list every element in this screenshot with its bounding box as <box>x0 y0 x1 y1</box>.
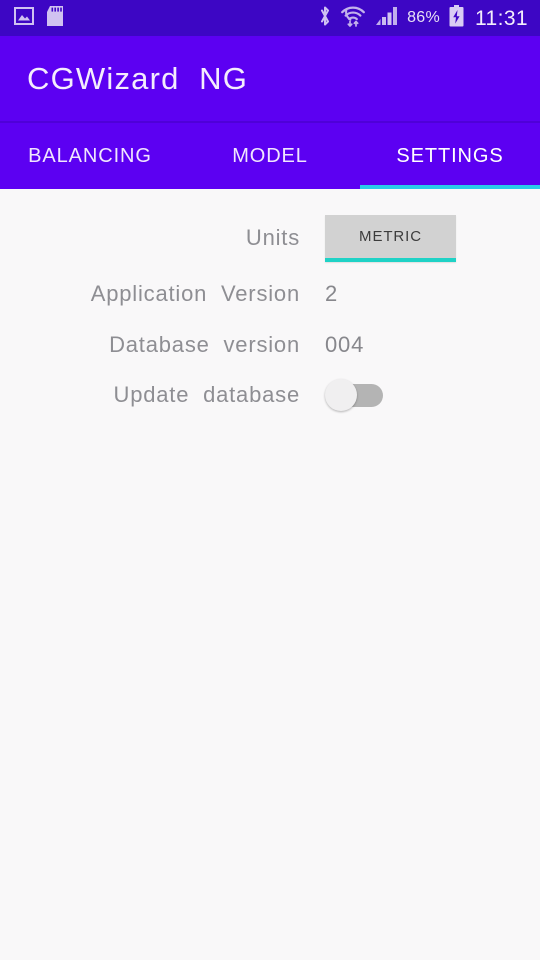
app-bar: CGWizard NG <box>0 36 540 123</box>
cellular-signal-icon <box>374 6 398 31</box>
wifi-icon <box>341 5 365 32</box>
bluetooth-icon <box>318 5 332 32</box>
update-database-toggle[interactable] <box>325 379 383 411</box>
tab-model[interactable]: MODEL <box>180 123 360 189</box>
status-bar-right-icons: 86% 11:31 <box>318 4 528 32</box>
tab-settings-label: SETTINGS <box>396 144 504 167</box>
sd-card-icon <box>46 5 63 31</box>
settings-row-units: Units METRIC <box>0 207 540 269</box>
settings-row-application-version: Application Version 2 <box>0 269 540 319</box>
battery-charging-icon <box>449 4 464 32</box>
database-version-label: Database version <box>109 332 300 357</box>
toggle-thumb <box>325 379 357 411</box>
status-bar-left-icons <box>14 5 63 31</box>
tab-balancing-label: BALANCING <box>28 144 152 167</box>
units-label: Units <box>245 225 300 250</box>
settings-row-database-version: Database version 004 <box>0 320 540 370</box>
image-icon <box>14 6 34 30</box>
application-version-value: 2 <box>325 281 339 306</box>
units-spinner-value: METRIC <box>359 227 422 245</box>
tab-model-label: MODEL <box>232 144 308 167</box>
units-spinner[interactable]: METRIC <box>325 214 456 262</box>
tab-bar: BALANCING MODEL SETTINGS <box>0 123 540 189</box>
status-bar: 86% 11:31 <box>0 0 540 36</box>
update-database-label: Update database <box>113 382 300 407</box>
settings-panel: Units METRIC Application Version 2 Datab… <box>0 189 540 960</box>
app-title: CGWizard NG <box>27 60 249 96</box>
application-version-label: Application Version <box>90 281 300 306</box>
battery-percent-label: 86% <box>407 9 440 26</box>
settings-row-update-database: Update database <box>0 369 540 421</box>
phone-screen: 86% 11:31 CGWizard NG BALANCING MODEL SE… <box>0 0 540 960</box>
database-version-value: 004 <box>325 332 365 357</box>
tab-balancing[interactable]: BALANCING <box>0 123 180 189</box>
tab-settings[interactable]: SETTINGS <box>360 123 540 189</box>
clock-label: 11:31 <box>475 6 528 30</box>
